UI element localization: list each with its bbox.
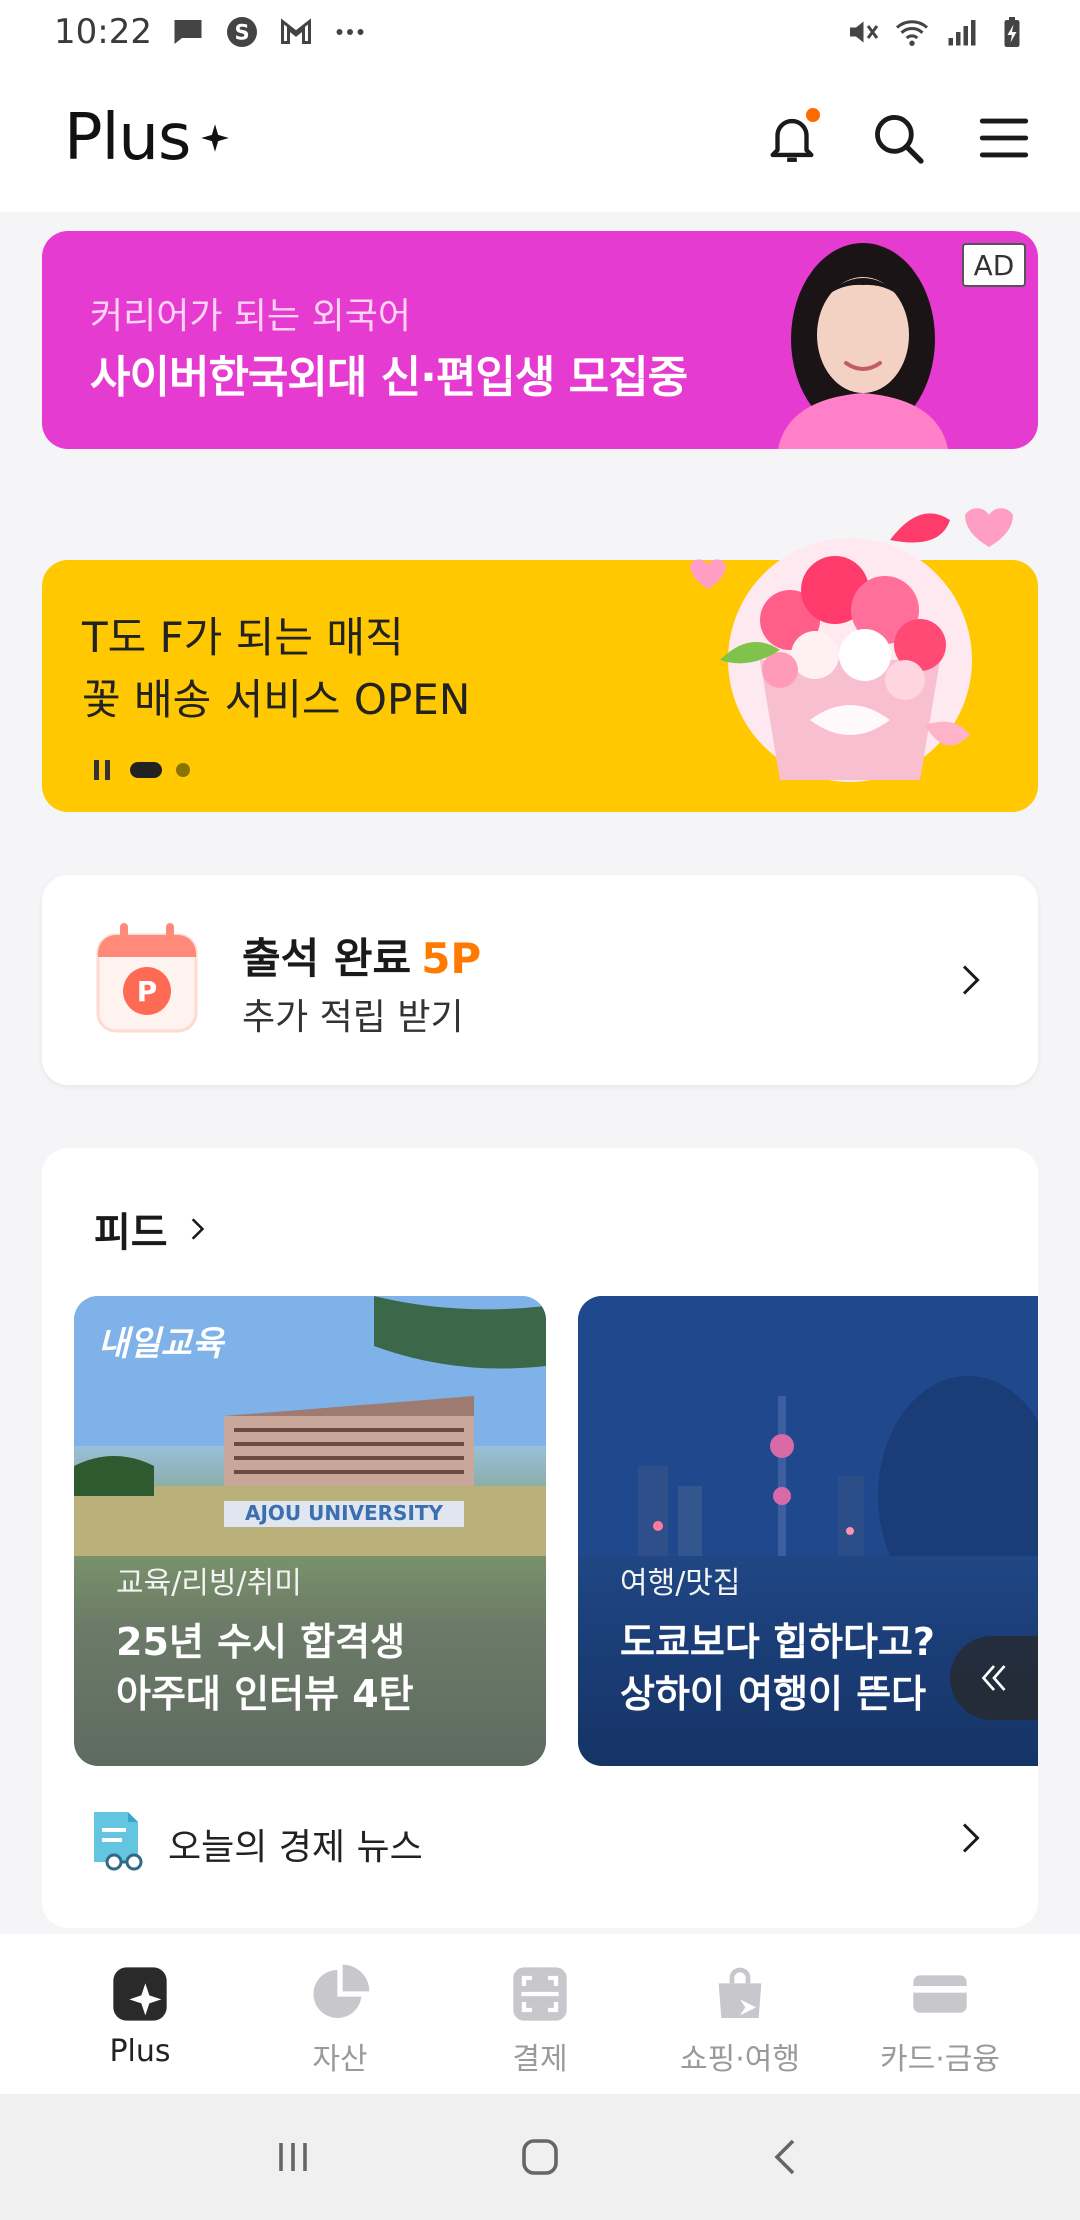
nav-label: 카드·금융 [880,2042,1000,2077]
status-left: 10:22 S [54,12,368,52]
economy-news-label: 오늘의 경제 뉴스 [168,1827,423,1868]
signal-icon [944,14,980,50]
ad-badge: AD [962,243,1026,287]
header-actions [760,106,1036,170]
economy-news-row[interactable]: 오늘의 경제 뉴스 [42,1788,1038,1888]
carousel-controls [94,760,190,780]
attendance-status: 출석 완료 [242,934,412,983]
plus-sparkle-icon [113,1967,167,2021]
gmail-icon [278,14,314,50]
attendance-card[interactable]: P 출석 완료 5P 추가 적립 받기 [42,875,1038,1085]
card-icon [913,1975,967,2013]
carousel-dot-active[interactable] [130,762,162,778]
nav-payment[interactable]: 결제 [445,1934,635,2094]
menu-icon [979,118,1029,158]
chevron-right-icon [962,1823,980,1853]
flower-bouquet-image [690,508,1013,782]
tile-title-line1: 도쿄보다 힙하다고? [620,1620,935,1664]
ad-subtitle: 커리어가 되는 외국어 [90,296,411,337]
more-dots-icon [332,14,368,50]
logo-text: Plus [64,101,191,175]
home-icon [522,2139,558,2175]
bottom-nav: Plus 자산 결제 쇼핑·여행 카드·금융 [0,1934,1080,2094]
feed-tile-travel[interactable]: 여행/맛집 도쿄보다 힙하다고? 상하이 여행이 뜬다 [578,1296,1038,1766]
chevron-right-icon [962,965,980,995]
back-button[interactable] [757,2127,817,2187]
pause-icon[interactable] [94,760,116,780]
promo-line1: T도 F가 되는 매직 [82,613,404,662]
shopping-bag-icon [718,1967,762,2018]
nav-label: 쇼핑·여행 [680,2042,800,2077]
feed-card: 피드 AJOU UNIVERSITY 내일교육 교육/리빙/취미 25년 수시 … [42,1148,1038,1928]
tile-category: 여행/맛집 [620,1566,741,1601]
nav-label: Plus [109,2034,171,2069]
feed-header[interactable]: 피드 [94,1200,210,1258]
attendance-points: 5P [421,934,482,983]
search-icon [875,115,924,164]
tile-title-line2: 상하이 여행이 뜬다 [620,1672,927,1716]
tile-title: 도쿄보다 힙하다고? 상하이 여행이 뜬다 [620,1616,935,1720]
svg-text:S: S [234,21,249,45]
tile-category: 교육/리빙/취미 [116,1566,302,1601]
carousel-dot[interactable] [176,763,190,777]
nav-shopping[interactable]: 쇼핑·여행 [645,1934,835,2094]
svg-text:P: P [137,975,158,1008]
search-button[interactable] [866,106,930,170]
calendar-points-icon: P [96,923,198,1033]
promo-line2: 꽃 배송 서비스 OPEN [82,675,471,724]
attendance-subtitle: 추가 적립 받기 [242,997,464,1038]
tile-title: 25년 수시 합격생 아주대 인터뷰 4탄 [116,1616,414,1720]
sparkle-icon [201,124,230,152]
recent-apps-button[interactable] [263,2127,323,2187]
status-bar: 10:22 S [0,0,1080,64]
message-icon [170,14,206,50]
ad-title: 사이버한국외대 신·편입생 모집중 [90,352,688,403]
ad-banner[interactable]: 커리어가 되는 외국어 사이버한국외대 신·편입생 모집중 AD [42,231,1038,449]
app-logo[interactable]: Plus [64,101,230,175]
back-icon [774,2139,794,2175]
chevron-right-icon [191,1218,204,1240]
nav-assets[interactable]: 자산 [245,1934,435,2094]
s-app-icon: S [224,14,260,50]
attendance-title: 출석 완료 5P [242,925,481,986]
status-time: 10:22 [54,12,152,52]
svg-text:AJOU UNIVERSITY: AJOU UNIVERSITY [245,1501,444,1525]
mute-icon [844,14,880,50]
feed-title: 피드 [94,1210,168,1256]
battery-icon [994,14,1030,50]
nav-label: 결제 [512,2042,568,2077]
news-reading-icon [94,1812,143,1871]
nav-plus[interactable]: Plus [45,1934,235,2094]
recent-apps-icon [279,2143,308,2171]
system-nav-bar [0,2094,1080,2220]
double-chevron-left-icon [981,1665,1006,1691]
feed-tile-education[interactable]: AJOU UNIVERSITY 내일교육 교육/리빙/취미 25년 수시 합격생… [74,1296,546,1766]
menu-button[interactable] [972,106,1036,170]
home-button[interactable] [510,2127,570,2187]
shanghai-night-photo [578,1296,1038,1556]
nav-card-finance[interactable]: 카드·금융 [845,1934,1035,2094]
tile-title-line2: 아주대 인터뷰 4탄 [116,1672,414,1716]
notification-button[interactable] [760,106,824,170]
tile-brand-logo: 내일교육 [98,1324,224,1364]
nav-label: 자산 [312,2042,368,2077]
wifi-icon [894,14,930,50]
scan-icon [513,1967,567,2021]
pie-chart-icon [313,1964,370,2018]
status-right [844,14,1030,50]
tile-title-line1: 25년 수시 합격생 [116,1620,406,1664]
ad-model-image [778,243,948,449]
collapse-button[interactable] [950,1636,1038,1720]
notification-dot [806,108,820,122]
app-header: Plus [0,64,1080,212]
